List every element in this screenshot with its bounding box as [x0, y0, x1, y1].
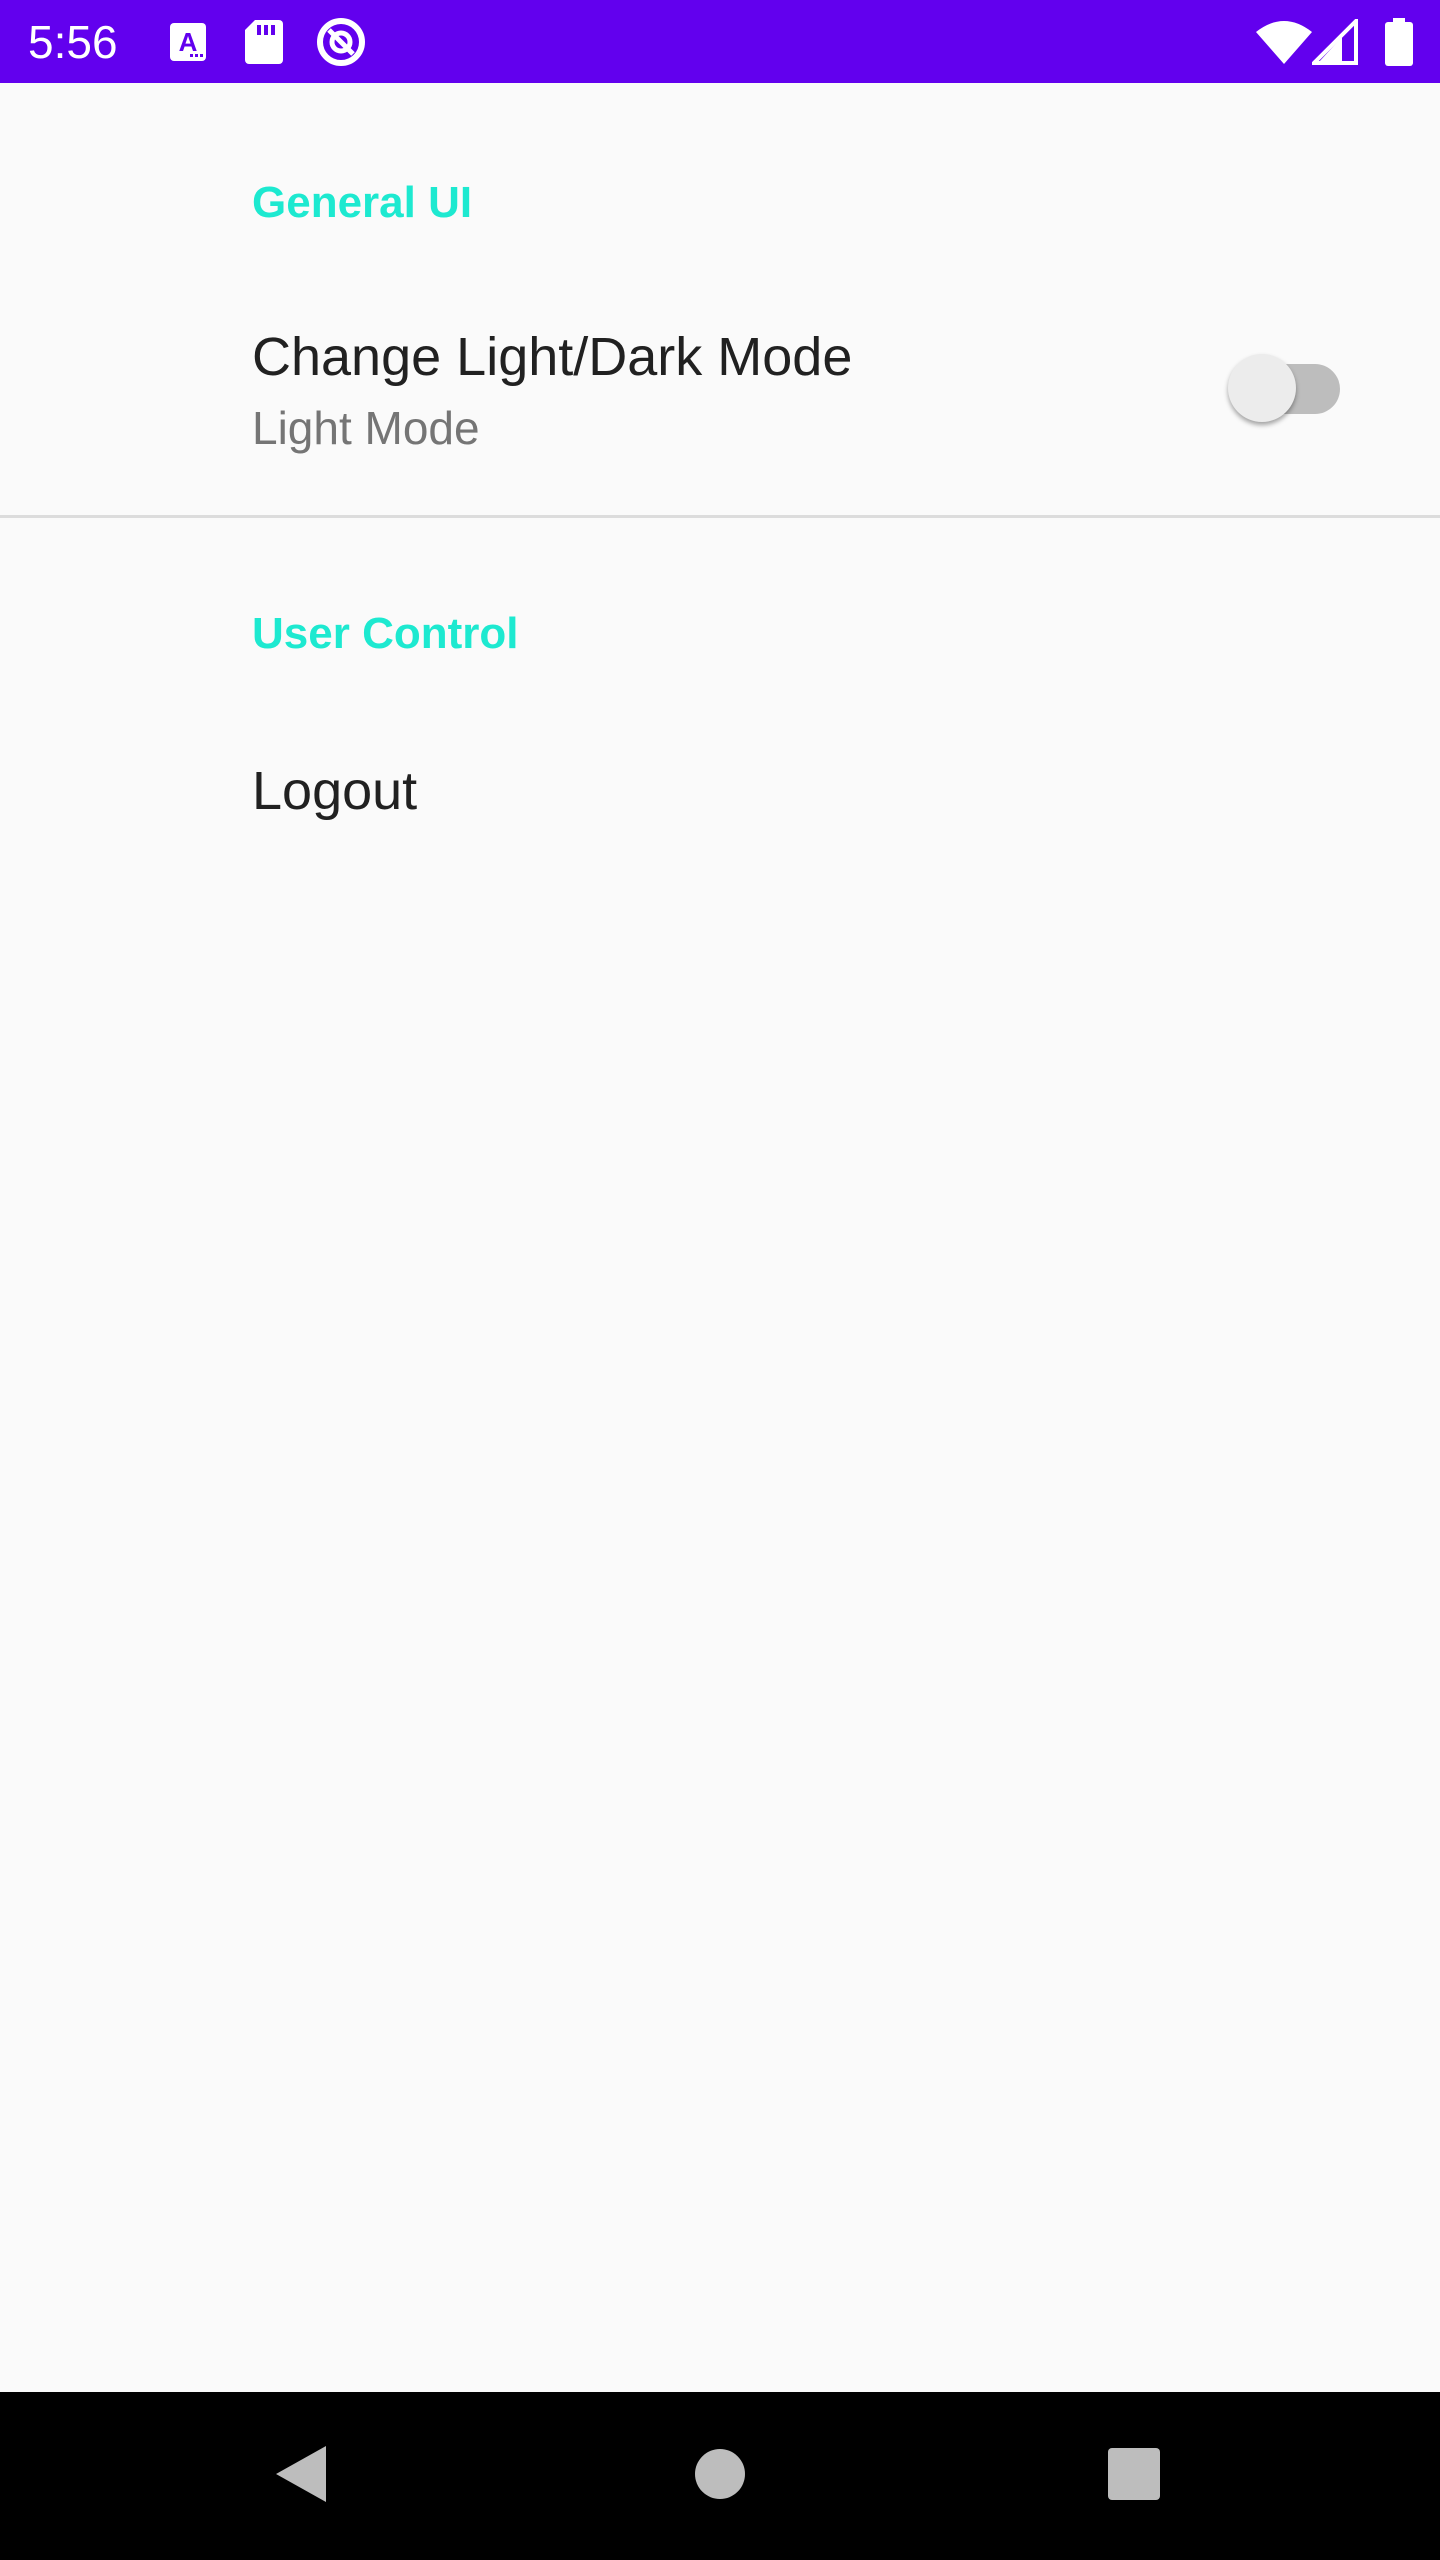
recents-icon	[1108, 2447, 1160, 2505]
cell-signal-icon	[1310, 0, 1360, 83]
status-bar: 5:56 A	[0, 0, 1440, 83]
status-time: 5:56	[28, 16, 118, 68]
logout-label: Logout	[252, 761, 418, 821]
pref-change-mode-title: Change Light/Dark Mode	[252, 327, 853, 387]
back-icon	[272, 2444, 328, 2509]
home-button[interactable]	[640, 2392, 800, 2560]
mode-toggle-switch[interactable]	[1228, 352, 1348, 424]
svg-text:A: A	[179, 27, 198, 57]
section-divider	[0, 515, 1440, 518]
pref-logout[interactable]: Logout	[0, 720, 1440, 860]
navigation-bar	[0, 2392, 1440, 2560]
pref-change-mode-summary: Light Mode	[252, 402, 480, 454]
text-a-icon: A	[166, 0, 210, 83]
home-icon	[694, 2448, 746, 2505]
wifi-icon	[1254, 0, 1314, 83]
switch-thumb	[1228, 354, 1296, 422]
recents-button[interactable]	[1054, 2392, 1214, 2560]
battery-icon	[1382, 0, 1416, 83]
section-header-user-control: User Control	[252, 609, 519, 658]
back-button[interactable]	[220, 2392, 380, 2560]
sd-card-icon	[242, 0, 286, 83]
pref-change-mode[interactable]: Change Light/Dark Mode Light Mode	[0, 300, 1440, 480]
settings-screen: 5:56 A General UI Change Light/Dark Mode…	[0, 0, 1440, 2560]
sync-icon	[314, 0, 368, 83]
section-header-general-ui: General UI	[252, 178, 473, 227]
